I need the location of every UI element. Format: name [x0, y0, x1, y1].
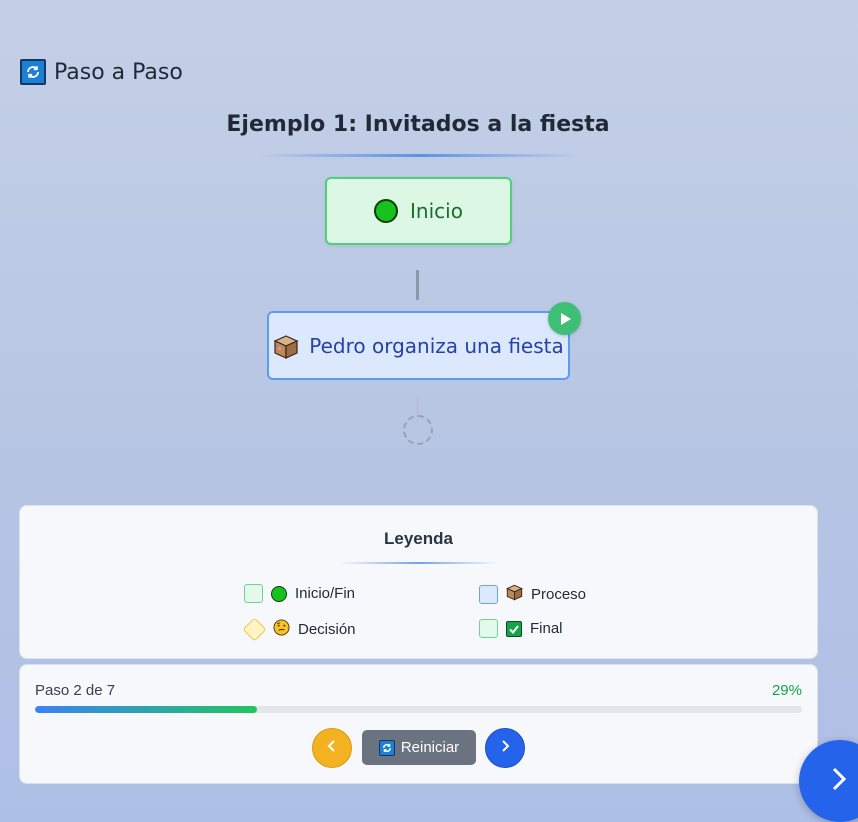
legend-card: Leyenda Inicio/Fin Proceso Decisión Fina…: [19, 505, 818, 659]
next-button[interactable]: [485, 728, 525, 768]
example-title: Ejemplo 1: Invitados a la fiesta: [226, 112, 610, 137]
legend-swatch-yellow: [242, 617, 267, 642]
chevron-right-icon: [825, 766, 851, 797]
check-mark-icon: [506, 620, 522, 637]
title-underline: [258, 154, 578, 157]
progress-fill: [35, 706, 258, 713]
progress-percent: 29%: [771, 682, 802, 699]
flow-connector: [416, 270, 419, 300]
thinking-face-icon: [273, 619, 290, 640]
legend-swatch-green: [244, 584, 263, 603]
play-icon: [548, 302, 581, 335]
legend-item-label: Proceso: [531, 586, 587, 603]
package-box-icon: [273, 334, 299, 359]
refresh-icon: [20, 59, 46, 85]
package-box-icon: [506, 584, 523, 605]
legend-swatch-blue: [479, 585, 498, 604]
flow-connector-pending: [416, 396, 419, 414]
flow-node-start-label: Inicio: [410, 199, 463, 223]
legend-item-decision: Decisión: [242, 617, 356, 642]
reset-button[interactable]: Reiniciar: [362, 730, 476, 765]
green-circle-icon: [374, 199, 399, 223]
previous-button[interactable]: [312, 728, 352, 768]
legend-item-process: Proceso: [479, 584, 586, 605]
legend-title: Leyenda: [384, 529, 453, 548]
green-circle-icon: [271, 585, 287, 602]
refresh-icon: [378, 739, 395, 756]
app-title: Paso a Paso: [54, 59, 183, 85]
dashed-circle-icon: [403, 415, 433, 445]
legend-underline: [340, 562, 498, 564]
reset-button-label: Reiniciar: [400, 739, 460, 756]
legend-item-label: Inicio/Fin: [295, 585, 356, 602]
chevron-left-icon: [325, 739, 339, 758]
step-indicator: Paso 2 de 7: [35, 682, 116, 699]
flow-node-process-label: Pedro organiza una fiesta: [309, 333, 564, 358]
progress-track: [35, 706, 802, 713]
legend-item-final: Final: [479, 619, 563, 638]
flow-node-start[interactable]: Inicio: [325, 177, 512, 245]
progress-card: Paso 2 de 7 29% Reiniciar: [19, 664, 818, 784]
app-header: Paso a Paso: [20, 59, 183, 85]
flow-node-process[interactable]: Pedro organiza una fiesta: [267, 311, 570, 380]
legend-swatch-green: [479, 619, 498, 638]
legend-item-start-end: Inicio/Fin: [244, 584, 355, 603]
legend-item-label: Decisión: [298, 621, 356, 638]
legend-item-label: Final: [530, 620, 563, 637]
chevron-right-icon: [498, 739, 512, 758]
